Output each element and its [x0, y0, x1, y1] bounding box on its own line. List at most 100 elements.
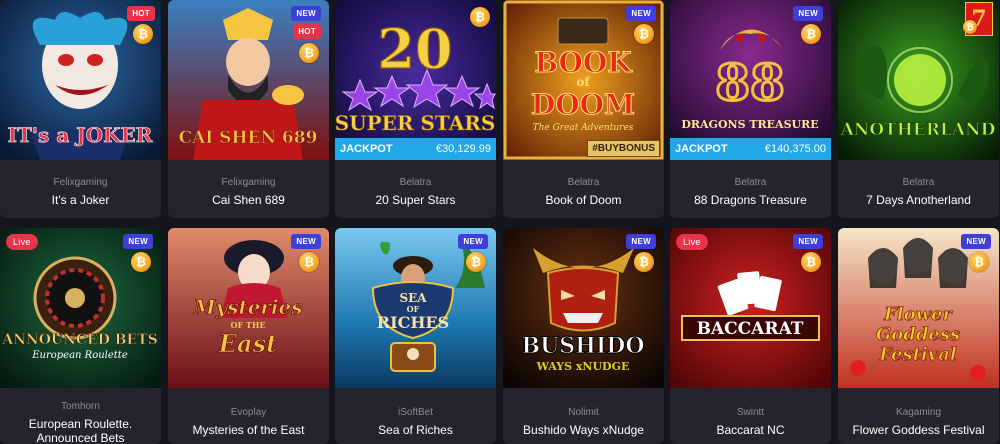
- game-art-title-mid: of: [576, 75, 590, 89]
- jackpot-bar: JACKPOT €140,375.00: [670, 138, 831, 160]
- new-badge: NEW: [961, 234, 991, 249]
- game-art-title: BACCARAT: [697, 319, 804, 339]
- game-title[interactable]: Mysteries of the East: [168, 423, 329, 437]
- game-info: iSoftBet Sea of Riches: [335, 407, 496, 437]
- game-art-title-top: Mysteries: [192, 295, 302, 319]
- game-art-title: IT's a JOKER: [8, 123, 153, 147]
- game-card-flower-goddess-festival[interactable]: Flower Goddess Festival NEW ₿ Kagaming F…: [838, 228, 999, 444]
- game-card-bushido-ways[interactable]: BUSHIDO WAYS xNUDGE NEW ₿ Nolimit Bushid…: [503, 228, 664, 444]
- bitcoin-coin-icon: ₿: [133, 24, 153, 44]
- game-provider: Kagaming: [895, 407, 942, 418]
- game-provider: Belatra: [902, 177, 935, 188]
- game-card-mysteries-of-the-east[interactable]: Mysteries OF THE East NEW ₿ Evoplay Myst…: [168, 228, 329, 444]
- bitcoin-coin-icon: ₿: [466, 252, 486, 272]
- bitcoin-coin-icon: ₿: [801, 252, 821, 272]
- game-provider: Evoplay: [230, 407, 267, 418]
- game-title[interactable]: Flower Goddess Festival: [838, 423, 999, 437]
- game-art-subtitle: WAYS xNUDGE: [536, 360, 630, 373]
- game-thumbnail[interactable]: 20 SUPER STARS: [335, 0, 496, 160]
- game-art-number: 88: [715, 53, 785, 112]
- game-provider: Nolimit: [568, 407, 599, 418]
- new-badge: NEW: [291, 234, 321, 249]
- live-badge: Live: [676, 234, 708, 250]
- game-art-title-top: Flower: [883, 304, 954, 325]
- game-art-title: RICHES: [377, 313, 449, 332]
- game-art-title: DRAGONS TREASURE: [681, 118, 818, 131]
- new-badge: NEW: [291, 6, 321, 21]
- jackpot-amount: €140,375.00: [764, 143, 826, 155]
- game-provider: Felixgaming: [53, 177, 108, 188]
- game-title[interactable]: Bushido Ways xNudge: [503, 423, 664, 437]
- game-info: Belatra 88 Dragons Treasure: [670, 177, 831, 207]
- jackpot-label: JACKPOT: [675, 143, 728, 155]
- game-title[interactable]: European Roulette. Announced Bets: [0, 417, 161, 444]
- bitcoin-coin-icon: ₿: [634, 252, 654, 272]
- game-art-title: ANOTHERLAND: [840, 120, 996, 140]
- game-title[interactable]: 7 Days Anotherland: [838, 193, 999, 207]
- game-info: Felixgaming Cai Shen 689: [168, 177, 329, 207]
- game-art-title: DOOM: [531, 88, 635, 121]
- bitcoin-coin-icon: ₿: [634, 24, 654, 44]
- game-provider: Felixgaming: [221, 177, 276, 188]
- game-title[interactable]: 20 Super Stars: [335, 193, 496, 207]
- game-info: Evoplay Mysteries of the East: [168, 407, 329, 437]
- game-provider: Belatra: [567, 177, 600, 188]
- bitcoin-coin-icon: ₿: [963, 20, 977, 34]
- new-badge: NEW: [793, 234, 823, 249]
- game-card-7-days-anotherland[interactable]: ANOTHERLAND 7 ₿ Belatra 7 Days Anotherla…: [838, 0, 999, 218]
- game-title[interactable]: It's a Joker: [0, 193, 161, 207]
- game-info: Kagaming Flower Goddess Festival: [838, 407, 999, 437]
- new-badge: NEW: [626, 234, 656, 249]
- game-grid: IT's a JOKER HOT ₿ Felixgaming It's a Jo…: [0, 0, 1000, 444]
- game-thumbnail[interactable]: IT's a JOKER: [0, 0, 161, 160]
- game-art-title-mid: Goddess: [876, 324, 960, 345]
- new-badge: NEW: [793, 6, 823, 21]
- hot-badge: HOT: [293, 24, 321, 39]
- game-card-88-dragons-treasure[interactable]: 88 DRAGONS TREASURE NEW ₿ JACKPOT €140,3…: [670, 0, 831, 218]
- game-card-baccarat-nc[interactable]: BACCARAT Live NEW ₿ Swintt Baccarat NC: [670, 228, 831, 444]
- game-art-title: BUSHIDO: [522, 333, 645, 359]
- game-art-title: CAI SHEN 689: [179, 128, 318, 148]
- bitcoin-coin-icon: ₿: [801, 24, 821, 44]
- bitcoin-coin-icon: ₿: [131, 252, 151, 272]
- new-badge: NEW: [626, 6, 656, 21]
- game-art-title: East: [218, 329, 277, 358]
- bitcoin-coin-icon: ₿: [969, 252, 989, 272]
- game-info: Nolimit Bushido Ways xNudge: [503, 407, 664, 437]
- game-info: Swintt Baccarat NC: [670, 407, 831, 437]
- game-title[interactable]: Cai Shen 689: [168, 193, 329, 207]
- game-provider: Swintt: [736, 407, 765, 418]
- game-card-cai-shen-689[interactable]: CAI SHEN 689 NEW HOT ₿ Felixgaming Cai S…: [168, 0, 329, 218]
- game-card-european-roulette[interactable]: ANNOUNCED BETS European Roulette Live NE…: [0, 228, 161, 444]
- game-provider: Belatra: [734, 177, 767, 188]
- game-card-sea-of-riches[interactable]: SEA OF RICHES NEW ₿ iSoftBet Sea of Rich…: [335, 228, 496, 444]
- game-title[interactable]: Baccarat NC: [670, 423, 831, 437]
- bitcoin-coin-icon: ₿: [299, 252, 319, 272]
- game-card-20-super-stars[interactable]: 20 SUPER STARS ₿ JACKPOT €30,129.99 Bela…: [335, 0, 496, 218]
- game-title[interactable]: Sea of Riches: [335, 423, 496, 437]
- hot-badge: HOT: [127, 6, 155, 21]
- game-info: Felixgaming It's a Joker: [0, 177, 161, 207]
- game-art-subtitle: European Roulette: [31, 350, 128, 361]
- game-provider: Tomhorn: [61, 401, 100, 412]
- jackpot-bar: JACKPOT €30,129.99: [335, 138, 496, 160]
- bitcoin-coin-icon: ₿: [299, 43, 319, 63]
- game-info: Belatra 20 Super Stars: [335, 177, 496, 207]
- game-info: Tomhorn European Roulette. Announced Bet…: [0, 401, 161, 444]
- new-badge: NEW: [123, 234, 153, 249]
- game-art-subtitle: The Great Adventures: [533, 123, 634, 133]
- game-card-book-of-doom[interactable]: BOOK of DOOM The Great Adventures NEW ₿ …: [503, 0, 664, 218]
- live-badge: Live: [6, 234, 38, 250]
- game-art-title: Festival: [878, 344, 957, 365]
- game-art-number: 20: [377, 17, 452, 81]
- bitcoin-coin-icon: ₿: [470, 7, 490, 27]
- game-provider: Belatra: [399, 177, 432, 188]
- game-card-its-a-joker[interactable]: IT's a JOKER HOT ₿ Felixgaming It's a Jo…: [0, 0, 161, 218]
- game-info: Belatra 7 Days Anotherland: [838, 177, 999, 207]
- new-badge: NEW: [458, 234, 488, 249]
- game-title[interactable]: Book of Doom: [503, 193, 664, 207]
- game-provider: iSoftBet: [397, 407, 434, 418]
- game-title[interactable]: 88 Dragons Treasure: [670, 193, 831, 207]
- game-art-title-top: SEA: [399, 291, 427, 305]
- buy-bonus-label: #BUYBONUS: [587, 140, 660, 157]
